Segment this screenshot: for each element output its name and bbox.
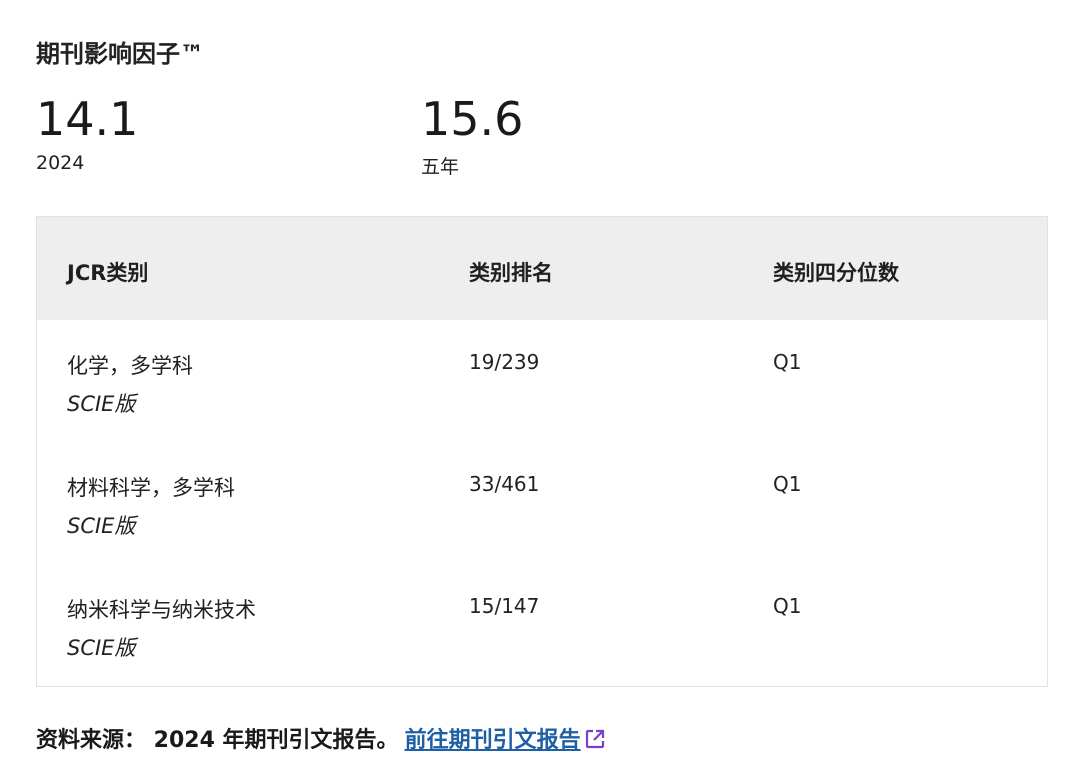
category-cell: 纳米科学与纳米技术 SCIE版 xyxy=(67,594,256,662)
metric-impact-factor: 14.1 2024 xyxy=(36,92,138,174)
external-link-icon xyxy=(585,729,604,749)
category-cell: 材料科学，多学科 SCIE版 xyxy=(67,472,235,540)
table-row: 材料科学，多学科 SCIE版 33/461 Q1 xyxy=(37,442,1047,564)
quartile-cell: Q1 xyxy=(773,472,802,496)
edition-label: SCIE版 xyxy=(67,636,136,660)
jcr-report-link-label: 前往期刊引文报告 xyxy=(404,728,581,753)
column-header-quartile: 类别四分位数 xyxy=(773,261,899,285)
category-name: 材料科学，多学科 xyxy=(67,476,235,500)
rank-cell: 15/147 xyxy=(469,594,540,618)
metric-label: 五年 xyxy=(421,156,460,178)
table-row: 化学，多学科 SCIE版 19/239 Q1 xyxy=(37,320,1047,442)
column-header-rank: 类别排名 xyxy=(469,261,553,285)
jcr-category-table: JCR类别 类别排名 类别四分位数 化学，多学科 SCIE版 19/239 Q1… xyxy=(36,216,1048,687)
category-cell: 化学，多学科 SCIE版 xyxy=(67,350,193,418)
category-name: 化学，多学科 xyxy=(67,354,193,378)
rank-cell: 19/239 xyxy=(469,350,540,374)
column-header-category: JCR类别 xyxy=(67,261,149,285)
section-title: 期刊影响因子™ xyxy=(36,40,204,68)
source-footer: 资料来源： 2024 年期刊引文报告。 前往期刊引文报告 xyxy=(36,722,606,754)
quartile-cell: Q1 xyxy=(773,350,802,374)
quartile-cell: Q1 xyxy=(773,594,802,618)
metric-value: 14.1 xyxy=(36,92,139,146)
rank-cell: 33/461 xyxy=(469,472,540,496)
table-header: JCR类别 类别排名 类别四分位数 xyxy=(37,217,1047,320)
metric-label: 2024 xyxy=(36,152,85,174)
metric-five-year-impact-factor: 15.6 五年 xyxy=(421,92,523,179)
category-name: 纳米科学与纳米技术 xyxy=(67,598,256,622)
metric-value: 15.6 xyxy=(421,92,524,146)
source-text: 资料来源： 2024 年期刊引文报告。 xyxy=(36,728,399,753)
jcr-report-link[interactable]: 前往期刊引文报告 xyxy=(405,728,606,753)
table-row: 纳米科学与纳米技术 SCIE版 15/147 Q1 xyxy=(37,564,1047,686)
edition-label: SCIE版 xyxy=(67,392,136,416)
edition-label: SCIE版 xyxy=(67,514,136,538)
